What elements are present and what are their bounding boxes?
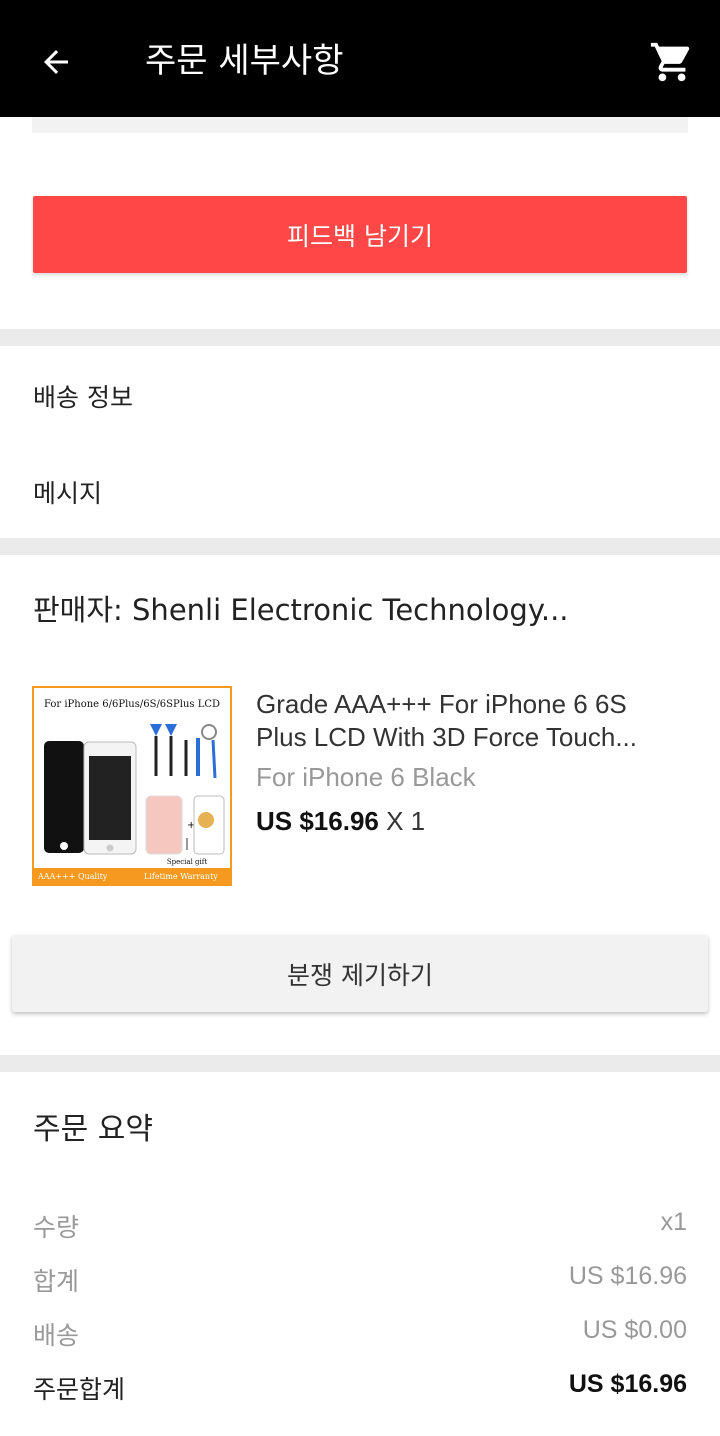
summary-row-shipping: 배송 US $0.00 bbox=[33, 1316, 687, 1350]
arrow-left-icon bbox=[44, 50, 68, 74]
leave-feedback-button[interactable]: 피드백 남기기 bbox=[33, 196, 687, 273]
image-gift-text: Special gift bbox=[167, 858, 208, 866]
product-quantity: X 1 bbox=[386, 806, 426, 836]
cart-button[interactable] bbox=[640, 30, 704, 94]
summary-row-total: 주문합계 US $16.96 bbox=[33, 1370, 687, 1404]
product-price-line: US $16.96 X 1 bbox=[256, 805, 676, 837]
shopping-cart-icon bbox=[650, 42, 690, 82]
back-button[interactable] bbox=[24, 30, 88, 94]
seller-name[interactable]: 판매자: Shenli Electronic Technology... bbox=[33, 587, 569, 629]
feedback-section: 피드백 남기기 bbox=[0, 117, 720, 329]
product-info: Grade AAA+++ For iPhone 6 6S Plus LCD Wi… bbox=[256, 688, 676, 837]
info-section: 배송 정보 메시지 bbox=[0, 346, 720, 538]
product-image: For iPhone 6/6Plus/6S/6SPlus LCD + Speci… bbox=[34, 688, 230, 884]
product-variant: For iPhone 6 Black bbox=[256, 762, 476, 792]
product-thumbnail[interactable]: For iPhone 6/6Plus/6S/6SPlus LCD + Speci… bbox=[32, 686, 232, 886]
summary-value: US $16.96 bbox=[568, 1262, 687, 1290]
summary-title: 주문 요약 bbox=[33, 1112, 153, 1147]
summary-row-subtotal: 합계 US $16.96 bbox=[33, 1262, 687, 1296]
app-bar: 주문 세부사항 bbox=[0, 0, 720, 117]
image-badge-warranty: Lifetime Warranty bbox=[144, 872, 218, 881]
product-title[interactable]: Grade AAA+++ For iPhone 6 6S Plus LCD Wi… bbox=[256, 688, 676, 754]
summary-total-value: US $16.96 bbox=[568, 1370, 687, 1398]
open-dispute-button[interactable]: 분쟁 제기하기 bbox=[12, 935, 708, 1012]
summary-label: 주문합계 bbox=[33, 1375, 126, 1404]
image-badge-quality: AAA+++ Quality bbox=[37, 872, 108, 881]
order-summary-section: 주문 요약 수량 x1 합계 US $16.96 배송 US $0.00 주문합… bbox=[0, 1072, 720, 1436]
summary-value: US $0.00 bbox=[582, 1316, 687, 1344]
shipping-info-link[interactable]: 배송 정보 bbox=[33, 378, 133, 414]
summary-row-quantity: 수량 x1 bbox=[33, 1208, 687, 1242]
order-item-section: 판매자: Shenli Electronic Technology... For… bbox=[0, 555, 720, 1055]
summary-value: x1 bbox=[660, 1208, 687, 1236]
summary-label: 배송 bbox=[33, 1321, 80, 1350]
summary-label: 합계 bbox=[33, 1267, 80, 1296]
message-link[interactable]: 메시지 bbox=[33, 474, 102, 510]
divider-strip bbox=[32, 117, 688, 133]
page-title: 주문 세부사항 bbox=[145, 41, 344, 81]
image-header-text: For iPhone 6/6Plus/6S/6SPlus LCD bbox=[44, 699, 220, 710]
summary-label: 수량 bbox=[33, 1213, 80, 1242]
product-price: US $16.96 bbox=[256, 806, 379, 836]
